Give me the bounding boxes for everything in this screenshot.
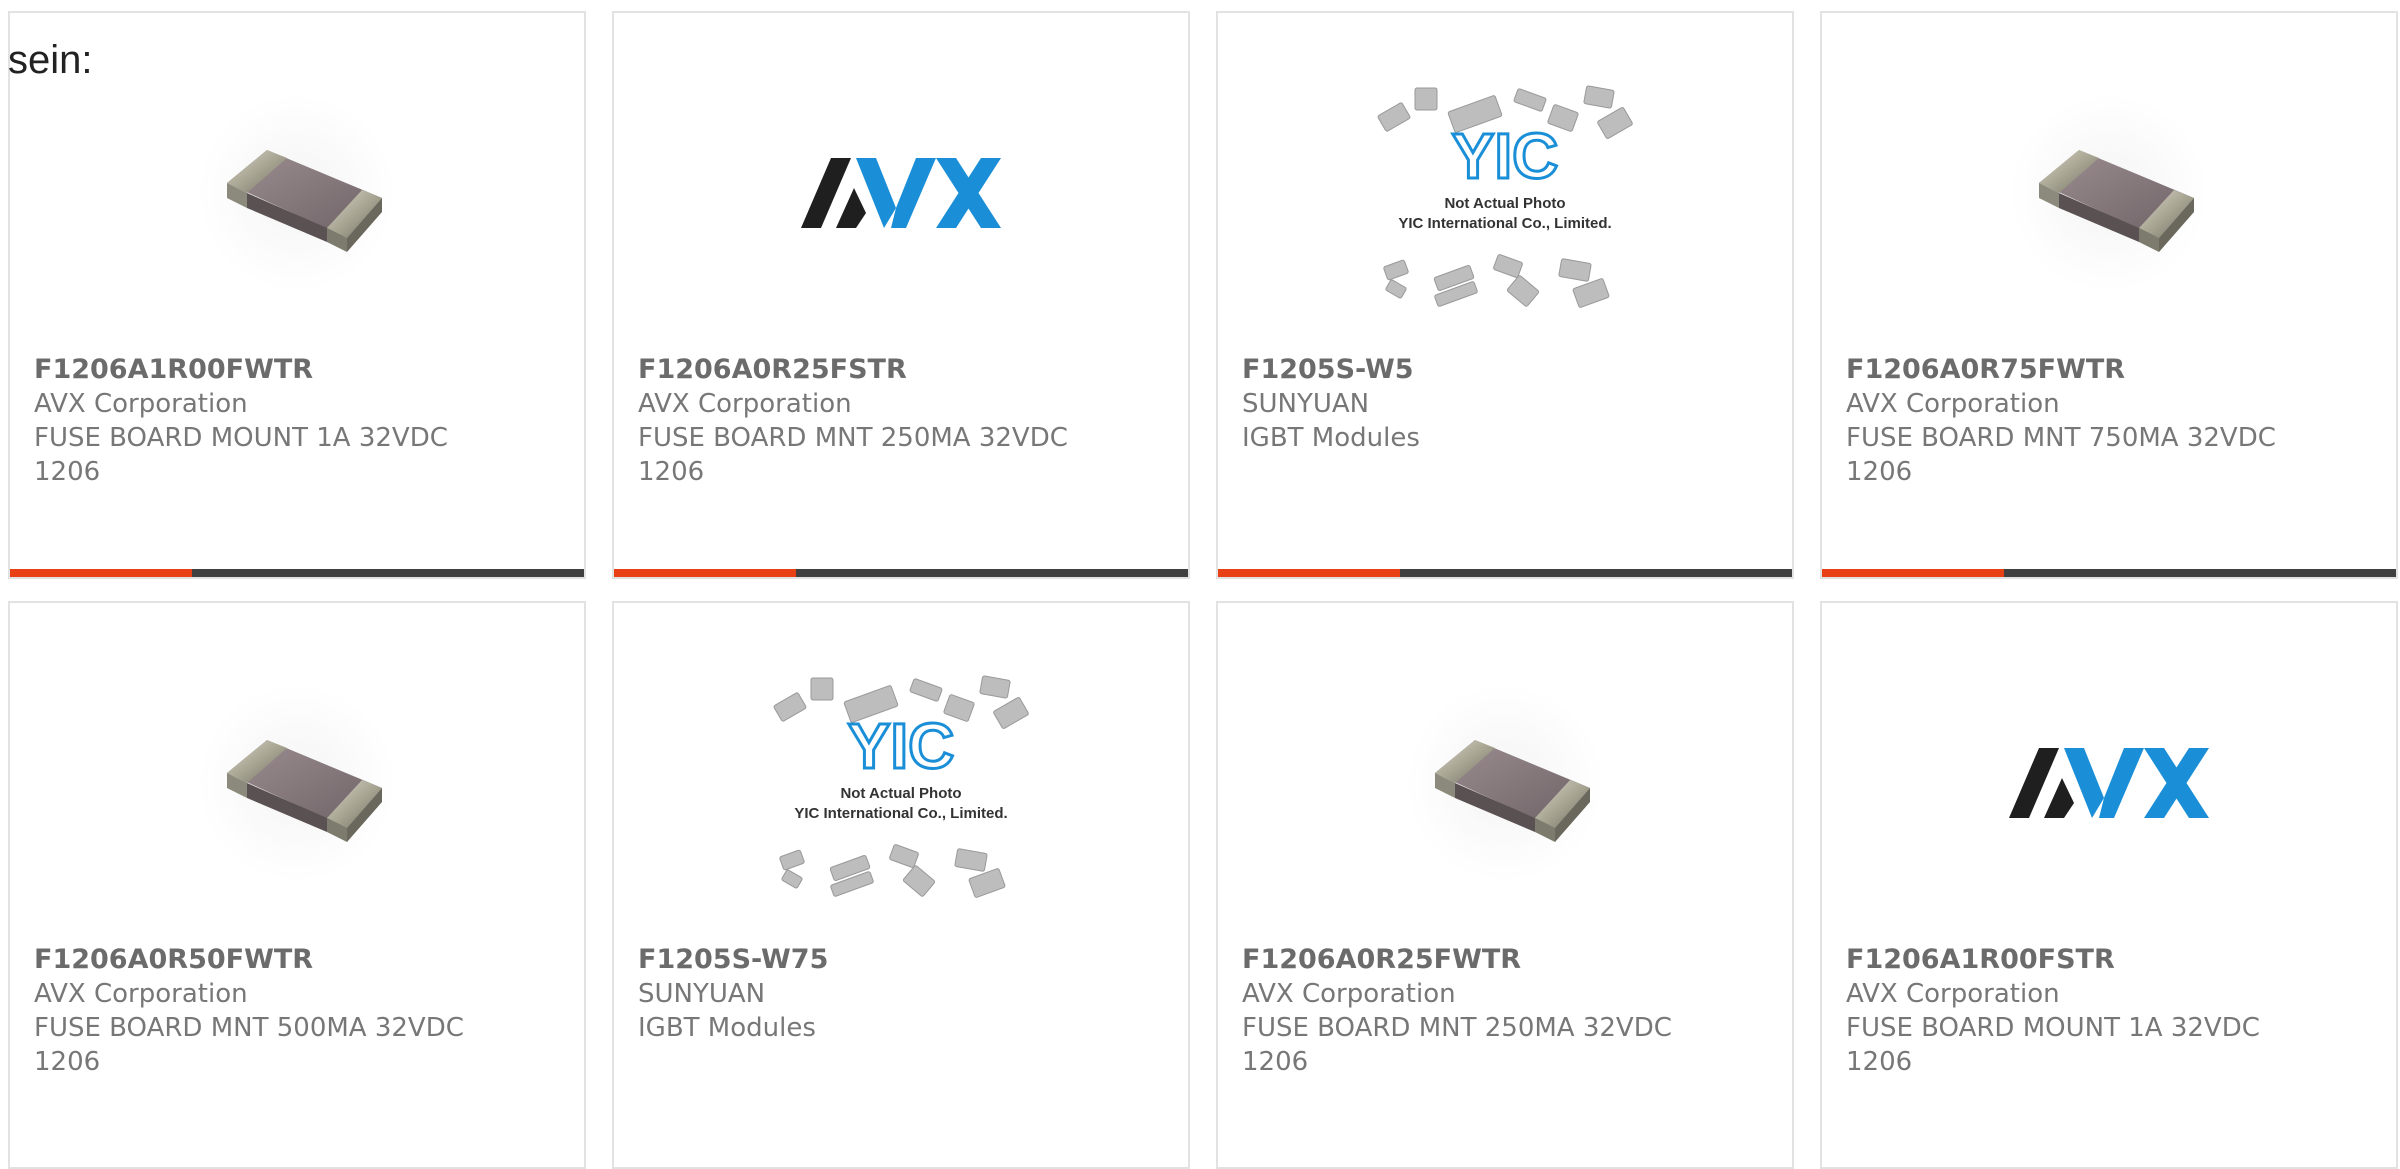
svg-text:YIC: YIC	[848, 710, 955, 782]
chip-fuse-image	[1435, 740, 1590, 842]
product-image[interactable]	[10, 73, 584, 313]
product-image[interactable]: AVX	[1822, 663, 2396, 903]
product-image[interactable]	[1218, 663, 1792, 903]
product-image[interactable]: YIC Not Actual Photo YIC International C…	[1218, 73, 1792, 313]
product-card[interactable]: F1206A0R25FWTR AVX Corporation FUSE BOAR…	[1216, 601, 1794, 1169]
manufacturer: AVX Corporation	[638, 389, 852, 419]
svg-text:YIC: YIC	[1452, 120, 1559, 192]
yic-placeholder-image: YIC Not Actual Photo YIC International C…	[773, 675, 1029, 898]
product-card[interactable]: YIC Not Actual Photo YIC International C…	[1216, 11, 1794, 579]
description: IGBT Modules	[638, 1013, 816, 1043]
manufacturer: AVX Corporation	[34, 979, 248, 1009]
package: 1206	[1846, 1047, 1913, 1077]
part-number[interactable]: F1206A0R75FWTR	[1846, 353, 2376, 387]
yic-placeholder-image: YIC Not Actual Photo YIC International C…	[1377, 85, 1633, 308]
manufacturer: SUNYUAN	[638, 979, 766, 1009]
card-bottom-bar	[1218, 569, 1792, 577]
description: FUSE BOARD MNT 750MA 32VDC	[1846, 423, 2276, 453]
description: IGBT Modules	[1242, 423, 1420, 453]
manufacturer: AVX Corporation	[1846, 979, 2060, 1009]
package: 1206	[34, 1047, 101, 1077]
manufacturer: AVX Corporation	[1242, 979, 1456, 1009]
description: FUSE BOARD MOUNT 1A 32VDC	[1846, 1013, 2260, 1043]
product-card[interactable]: AVX F1206A0R25FSTR AVX Corporation FUSE …	[612, 11, 1190, 579]
part-number[interactable]: F1205S-W75	[638, 943, 1168, 977]
chip-fuse-image	[2039, 150, 2194, 252]
part-number[interactable]: F1206A0R25FSTR	[638, 353, 1168, 387]
package: 1206	[638, 457, 705, 487]
product-grid: F1206A1R00FWTR AVX Corporation FUSE BOAR…	[8, 11, 2398, 1169]
avx-logo: AVX	[801, 158, 1001, 228]
product-image[interactable]	[1822, 73, 2396, 313]
product-card[interactable]: AVX F1206A1R00FSTR AVX Corporation FUSE …	[1820, 601, 2398, 1169]
manufacturer: AVX Corporation	[1846, 389, 2060, 419]
part-number[interactable]: F1206A1R00FSTR	[1846, 943, 2376, 977]
product-image[interactable]	[10, 663, 584, 903]
description: FUSE BOARD MOUNT 1A 32VDC	[34, 423, 448, 453]
svg-text:YIC International Co., Limited: YIC International Co., Limited.	[794, 805, 1007, 822]
svg-text:Not Actual Photo: Not Actual Photo	[1444, 195, 1565, 212]
part-number[interactable]: F1206A1R00FWTR	[34, 353, 564, 387]
description: FUSE BOARD MNT 250MA 32VDC	[1242, 1013, 1672, 1043]
part-number[interactable]: F1206A0R25FWTR	[1242, 943, 1772, 977]
card-bottom-bar	[614, 569, 1188, 577]
manufacturer: SUNYUAN	[1242, 389, 1370, 419]
package: 1206	[34, 457, 101, 487]
chip-fuse-image	[227, 150, 382, 252]
product-card[interactable]: F1206A1R00FWTR AVX Corporation FUSE BOAR…	[8, 11, 586, 579]
avx-logo: AVX	[2009, 748, 2209, 818]
package: 1206	[1242, 1047, 1309, 1077]
chip-fuse-image	[227, 740, 382, 842]
intro-text: sein:	[8, 38, 93, 82]
product-image[interactable]: YIC Not Actual Photo YIC International C…	[614, 663, 1188, 903]
product-card[interactable]: F1206A0R50FWTR AVX Corporation FUSE BOAR…	[8, 601, 586, 1169]
svg-text:YIC International Co., Limited: YIC International Co., Limited.	[1398, 215, 1611, 232]
svg-text:Not Actual Photo: Not Actual Photo	[840, 785, 961, 802]
description: FUSE BOARD MNT 500MA 32VDC	[34, 1013, 464, 1043]
product-image[interactable]: AVX	[614, 73, 1188, 313]
card-bottom-bar	[1822, 569, 2396, 577]
description: FUSE BOARD MNT 250MA 32VDC	[638, 423, 1068, 453]
manufacturer: AVX Corporation	[34, 389, 248, 419]
card-bottom-bar	[10, 569, 584, 577]
product-card[interactable]: YIC Not Actual Photo YIC International C…	[612, 601, 1190, 1169]
product-card[interactable]: F1206A0R75FWTR AVX Corporation FUSE BOAR…	[1820, 11, 2398, 579]
part-number[interactable]: F1206A0R50FWTR	[34, 943, 564, 977]
part-number[interactable]: F1205S-W5	[1242, 353, 1772, 387]
package: 1206	[1846, 457, 1913, 487]
